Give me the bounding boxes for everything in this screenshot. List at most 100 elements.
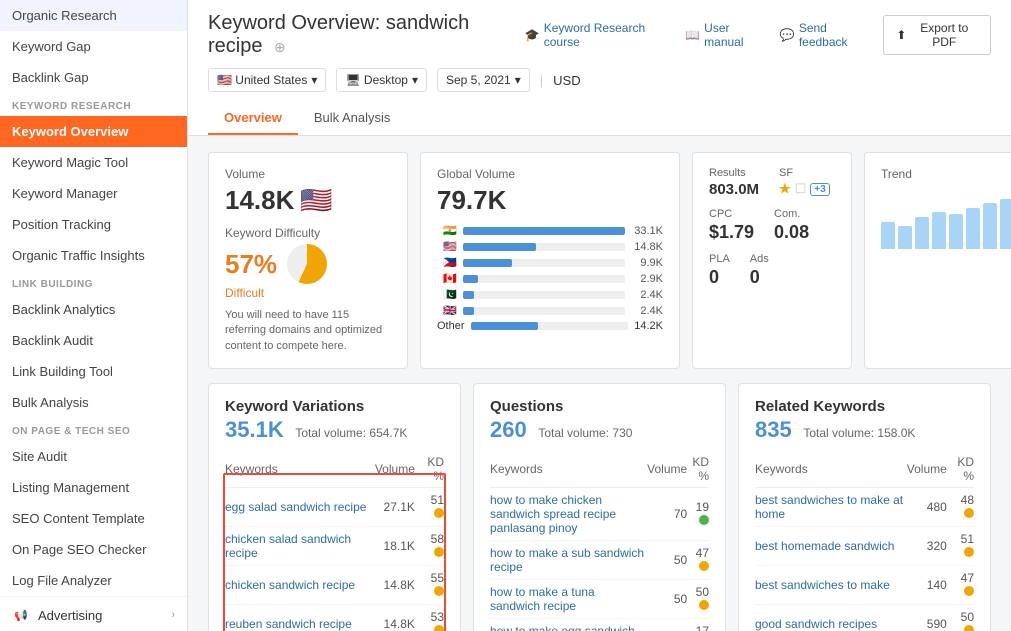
global-bar-row: 🇵🇰 2.4K: [437, 288, 663, 301]
table-row: best sandwiches to make at home 480 48: [755, 488, 974, 527]
volume-cell: 590: [907, 605, 947, 631]
volume-cell: 50: [647, 580, 687, 619]
variations-total: Total volume: 654.7K: [295, 426, 407, 440]
sidebar-item-keyword-manager[interactable]: Keyword Manager: [0, 178, 187, 209]
bottom-row: Keyword Variations 35.1K Total volume: 6…: [208, 383, 991, 631]
tab-bulk-analysis[interactable]: Bulk Analysis: [298, 102, 407, 135]
related-keywords-card: Related Keywords 835 Total volume: 158.0…: [738, 383, 991, 631]
bar-fill: [463, 243, 536, 251]
table-row: reuben sandwich recipe 14.8K 53: [225, 605, 444, 631]
bar-value: 2.9K: [631, 273, 663, 285]
trend-chart: [881, 189, 1011, 249]
table-row: how to make a sub sandwich recipe 50 47: [490, 541, 709, 580]
table-row: best sandwiches to make 140 47: [755, 566, 974, 605]
volume-label: Volume: [225, 167, 391, 181]
trend-label: Trend: [881, 167, 1011, 181]
tabs: Overview Bulk Analysis: [208, 102, 991, 135]
kd-dot-icon: [434, 586, 444, 596]
sidebar-item-backlink-gap[interactable]: Backlink Gap: [0, 62, 187, 93]
sidebar-item-bulk-analysis[interactable]: Bulk Analysis: [0, 387, 187, 418]
sidebar-item-keyword-overview[interactable]: Keyword Overview: [0, 116, 187, 147]
page-title: Keyword Overview: sandwich recipe ⊕: [208, 12, 525, 58]
filter-bar: 🇺🇸 United States ▾ 🖥 Desktop ▾ Sep 5, 20…: [208, 68, 991, 92]
export-button[interactable]: ⬆ Export to PDF: [883, 15, 991, 55]
bar-fill: [463, 275, 478, 283]
sidebar-item-keyword-gap[interactable]: Keyword Gap: [0, 31, 187, 62]
sidebar-item-organic-traffic-insights[interactable]: Organic Traffic Insights: [0, 240, 187, 271]
sidebar-item-organic-research[interactable]: Organic Research: [0, 0, 187, 31]
bar-value: 2.4K: [631, 305, 663, 317]
sidebar-item-keyword-magic-tool[interactable]: Keyword Magic Tool: [0, 147, 187, 178]
sidebar-item-seo-content-template[interactable]: SEO Content Template: [0, 503, 187, 534]
kd-cell: 48: [947, 488, 974, 527]
related-title: Related Keywords: [755, 398, 974, 415]
kd-dot-icon: [434, 625, 444, 631]
bar-track: [463, 259, 625, 267]
sidebar-item-advertising[interactable]: 📢 Advertising ›: [0, 596, 187, 631]
kd-dot-icon: [964, 586, 974, 596]
bar-track: [463, 227, 625, 235]
sidebar-item-position-tracking[interactable]: Position Tracking: [0, 209, 187, 240]
sidebar-item-backlink-analytics[interactable]: Backlink Analytics: [0, 294, 187, 325]
header-top: Keyword Overview: sandwich recipe ⊕ 🎓 Ke…: [208, 12, 991, 58]
keyword-link[interactable]: good sandwich recipes: [755, 617, 877, 631]
global-bar-row: 🇮🇳 33.1K: [437, 224, 663, 237]
date-filter[interactable]: Sep 5, 2021 ▾: [437, 68, 530, 92]
volume-cell: 18.1K: [375, 527, 415, 566]
trend-bar: [932, 212, 946, 249]
device-filter[interactable]: 🖥 Desktop ▾: [336, 68, 427, 92]
table-row: best homemade sandwich 320 51: [755, 527, 974, 566]
bar-fill: [463, 291, 474, 299]
keyword-link[interactable]: best homemade sandwich: [755, 539, 894, 553]
sidebar: Organic Research Keyword Gap Backlink Ga…: [0, 0, 188, 631]
sidebar-item-on-page-seo-checker[interactable]: On Page SEO Checker: [0, 534, 187, 565]
keyword-research-course-link[interactable]: 🎓 Keyword Research course: [525, 21, 669, 49]
keyword-link[interactable]: best sandwiches to make at home: [755, 493, 903, 521]
volume-value: 14.8K 🇺🇸: [225, 185, 391, 216]
volume-cell: 27.1K: [375, 488, 415, 527]
keyword-link[interactable]: chicken sandwich recipe: [225, 578, 355, 592]
bar-track: [463, 243, 625, 251]
other-row: Other 14.2K: [437, 320, 663, 332]
keyword-link[interactable]: reuben sandwich recipe: [225, 617, 352, 631]
volume-cell: 320: [907, 527, 947, 566]
send-feedback-link[interactable]: 💬 Send feedback: [780, 21, 870, 49]
bar-value: 2.4K: [631, 289, 663, 301]
chevron-down-icon: ▾: [515, 73, 521, 87]
country-filter[interactable]: 🇺🇸 United States ▾: [208, 68, 326, 92]
kd-cell: 55: [415, 566, 444, 605]
col-keywords: Keywords: [755, 451, 907, 488]
keyword-link[interactable]: how to make a tuna sandwich recipe: [490, 585, 595, 613]
sidebar-item-log-file-analyzer[interactable]: Log File Analyzer: [0, 565, 187, 596]
sidebar-item-listing-management[interactable]: Listing Management: [0, 472, 187, 503]
keyword-link[interactable]: how to make a sub sandwich recipe: [490, 546, 644, 574]
tab-overview[interactable]: Overview: [208, 102, 298, 135]
add-keyword-icon[interactable]: ⊕: [274, 39, 286, 55]
ads-item: Ads 0: [750, 253, 769, 288]
keyword-link[interactable]: egg salad sandwich recipe: [225, 500, 366, 514]
trend-bar: [881, 222, 895, 250]
volume-cell: 140: [907, 566, 947, 605]
keyword-link[interactable]: how to make chicken sandwich spread reci…: [490, 493, 616, 535]
kd-dot-icon: [434, 547, 444, 557]
keyword-link[interactable]: how to make egg sandwich filipino recipe: [490, 624, 635, 631]
kd-section: Keyword Difficulty 57% Difficult You wil…: [225, 226, 391, 354]
keyword-link[interactable]: best sandwiches to make: [755, 578, 890, 592]
results-card: Results 803.0M SF ★ ☐ +3 CPC: [692, 152, 852, 369]
bar-fill: [463, 227, 625, 235]
user-manual-link[interactable]: 📖 User manual: [685, 21, 764, 49]
kd-label: Keyword Difficulty: [225, 226, 391, 240]
sidebar-item-site-audit[interactable]: Site Audit: [0, 441, 187, 472]
header-links: 🎓 Keyword Research course 📖 User manual …: [525, 21, 870, 49]
bar-fill: [463, 259, 512, 267]
country-flag: 🇺🇸: [437, 240, 457, 253]
sidebar-item-backlink-audit[interactable]: Backlink Audit: [0, 325, 187, 356]
trend-bar: [966, 208, 980, 249]
export-icon: ⬆: [896, 28, 906, 42]
global-bars: 🇮🇳 33.1K 🇺🇸 14.8K 🇵🇭 9.9K 🇨🇦 2.9K 🇵🇰 2.4…: [437, 224, 663, 317]
volume-card: Volume 14.8K 🇺🇸 Keyword Difficulty 57% D…: [208, 152, 408, 369]
col-volume: Volume: [375, 451, 415, 488]
variations-table-wrap: Keywords Volume KD % egg salad sandwich …: [225, 451, 444, 631]
sidebar-item-link-building-tool[interactable]: Link Building Tool: [0, 356, 187, 387]
keyword-link[interactable]: chicken salad sandwich recipe: [225, 532, 351, 560]
